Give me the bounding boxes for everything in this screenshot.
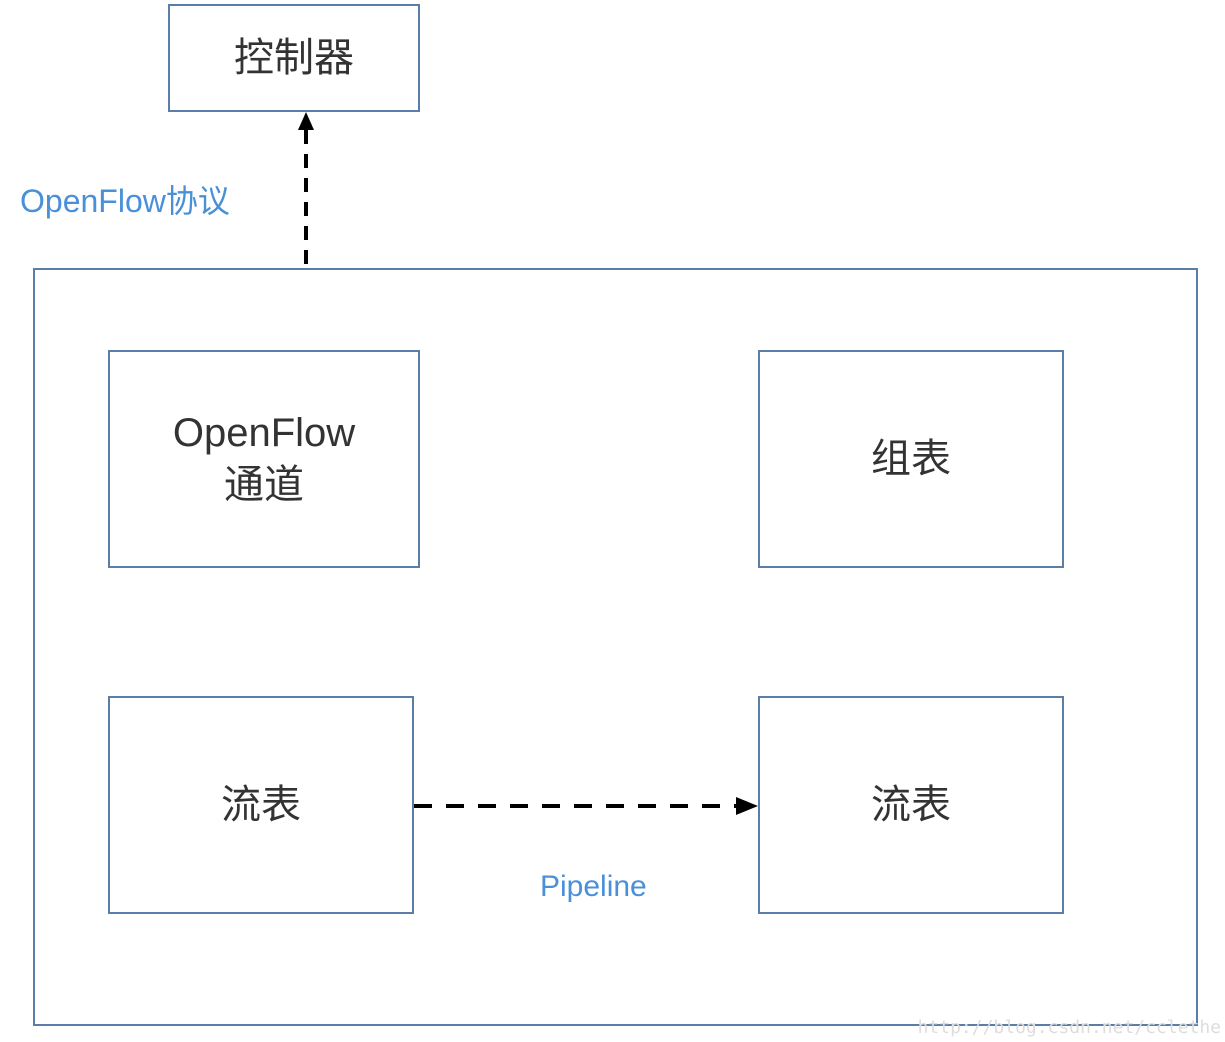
flow-table-1-label: 流表 [221,779,301,831]
channel-label-line2: 通道 [224,459,304,511]
controller-label: 控制器 [234,32,354,84]
group-table-label: 组表 [871,433,951,485]
channel-label-line1: OpenFlow [173,407,355,459]
openflow-channel-box: OpenFlow 通道 [108,350,420,568]
pipeline-label: Pipeline [540,870,647,904]
flow-table-2-box: 流表 [758,696,1064,914]
watermark-text: http://blog.csdn.net/cclethe [918,1017,1221,1038]
group-table-box: 组表 [758,350,1064,568]
flow-table-1-box: 流表 [108,696,414,914]
arrow-flowtable1-flowtable2 [414,796,758,816]
openflow-protocol-label: OpenFlow协议 [20,176,230,222]
flow-table-2-label: 流表 [871,779,951,831]
controller-box: 控制器 [168,4,420,112]
